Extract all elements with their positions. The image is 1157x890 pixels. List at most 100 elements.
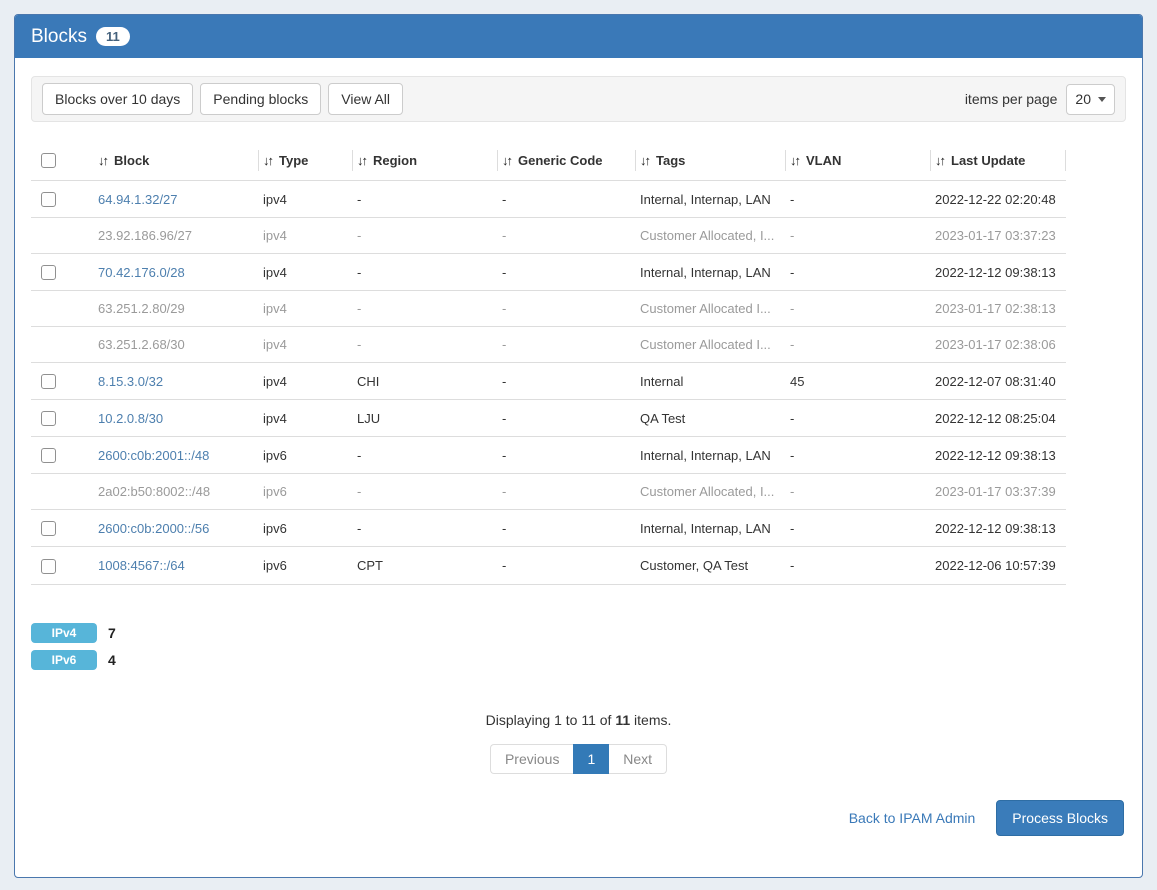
last-update-cell: 2022-12-12 09:38:13 xyxy=(931,254,1066,291)
column-header[interactable]: ↓↑Block xyxy=(94,140,259,181)
table-row: 23.92.186.96/27 ipv4 - - Customer Alloca… xyxy=(31,218,1066,254)
filter-group: Blocks over 10 days Pending blocks View … xyxy=(42,83,403,115)
type-cell: ipv6 xyxy=(259,510,353,547)
column-header[interactable]: ↓↑ Generic Code xyxy=(498,140,636,181)
tags-cell: Customer Allocated, I... xyxy=(636,474,786,510)
sort-icon[interactable]: ↓↑ xyxy=(790,153,799,168)
sort-icon[interactable]: ↓↑ xyxy=(935,153,944,168)
sort-icon[interactable]: ↓↑ xyxy=(640,153,649,168)
vlan-cell: - xyxy=(786,437,931,474)
column-header-label: Type xyxy=(279,153,308,168)
page-1-button[interactable]: 1 xyxy=(573,744,609,774)
block-cell: 10.2.0.8/30 xyxy=(94,400,259,437)
tags-cell: Internal, Internap, LAN xyxy=(636,437,786,474)
column-header[interactable]: ↓↑Region xyxy=(353,140,498,181)
type-cell: ipv4 xyxy=(259,400,353,437)
vlan-cell: - xyxy=(786,291,931,327)
block-link[interactable]: 23.92.186.96/27 xyxy=(98,228,192,243)
block-link[interactable]: 10.2.0.8/30 xyxy=(98,411,163,426)
table-row: 10.2.0.8/30 ipv4 LJU - QA Test - 2022-12… xyxy=(31,400,1066,437)
process-blocks-button[interactable]: Process Blocks xyxy=(996,800,1124,836)
row-checkbox[interactable] xyxy=(41,411,56,426)
type-cell: ipv6 xyxy=(259,547,353,584)
vlan-cell: - xyxy=(786,218,931,254)
column-header[interactable]: ↓↑Last Update xyxy=(931,140,1066,181)
block-link[interactable]: 8.15.3.0/32 xyxy=(98,374,163,389)
vlan-cell: - xyxy=(786,474,931,510)
generic-code-cell: - xyxy=(498,474,636,510)
region-cell: - xyxy=(353,181,498,218)
region-cell: CHI xyxy=(353,363,498,400)
last-update-cell: 2022-12-22 02:20:48 xyxy=(931,181,1066,218)
tags-cell: Internal, Internap, LAN xyxy=(636,181,786,218)
type-cell: ipv4 xyxy=(259,291,353,327)
column-header[interactable]: ↓↑ Type xyxy=(259,140,353,181)
blocks-table-body: 64.94.1.32/27 ipv4 - - Internal, Interna… xyxy=(31,181,1066,584)
generic-code-cell: - xyxy=(498,218,636,254)
row-checkbox-cell xyxy=(31,474,94,510)
sort-icon[interactable]: ↓↑ xyxy=(357,153,366,168)
generic-code-cell: - xyxy=(498,327,636,363)
tags-cell: Customer Allocated, I... xyxy=(636,218,786,254)
sort-icon[interactable]: ↓↑ xyxy=(502,153,511,168)
row-checkbox[interactable] xyxy=(41,192,56,207)
filter-pending-blocks-button[interactable]: Pending blocks xyxy=(200,83,321,115)
row-checkbox[interactable] xyxy=(41,521,56,536)
row-checkbox-cell xyxy=(31,254,94,291)
last-update-cell: 2022-12-06 10:57:39 xyxy=(931,547,1066,584)
block-link[interactable]: 63.251.2.68/30 xyxy=(98,337,185,352)
block-link[interactable]: 64.94.1.32/27 xyxy=(98,192,178,207)
block-link[interactable]: 2a02:b50:8002::/48 xyxy=(98,484,210,499)
block-link[interactable]: 2600:c0b:2001::/48 xyxy=(98,448,209,463)
sort-icon[interactable]: ↓↑ xyxy=(263,153,272,168)
tags-cell: Internal xyxy=(636,363,786,400)
vlan-cell: - xyxy=(786,254,931,291)
last-update-cell: 2022-12-07 08:31:40 xyxy=(931,363,1066,400)
region-cell: - xyxy=(353,474,498,510)
column-header-label: Tags xyxy=(656,153,685,168)
block-cell: 63.251.2.80/29 xyxy=(94,291,259,327)
previous-page-button[interactable]: Previous xyxy=(490,744,573,774)
block-link[interactable]: 2600:c0b:2000::/56 xyxy=(98,521,209,536)
filter-view-all-button[interactable]: View All xyxy=(328,83,403,115)
blocks-table: ↓↑Block ↓↑ Type ↓↑Region ↓↑ Generic Code ↓… xyxy=(31,140,1066,585)
row-checkbox[interactable] xyxy=(41,265,56,280)
row-checkbox-cell xyxy=(31,327,94,363)
column-header-label: VLAN xyxy=(806,153,841,168)
vlan-cell: - xyxy=(786,547,931,584)
row-checkbox-cell xyxy=(31,291,94,327)
generic-code-cell: - xyxy=(498,181,636,218)
row-checkbox[interactable] xyxy=(41,448,56,463)
generic-code-cell: - xyxy=(498,363,636,400)
column-header[interactable]: ↓↑ VLAN xyxy=(786,140,931,181)
row-checkbox[interactable] xyxy=(41,374,56,389)
block-link[interactable]: 70.42.176.0/28 xyxy=(98,265,185,280)
table-row: 8.15.3.0/32 ipv4 CHI - Internal 45 2022-… xyxy=(31,363,1066,400)
generic-code-cell: - xyxy=(498,547,636,584)
last-update-cell: 2022-12-12 09:38:13 xyxy=(931,437,1066,474)
column-header[interactable]: ↓↑ Tags xyxy=(636,140,786,181)
select-all-checkbox[interactable] xyxy=(41,153,56,168)
last-update-cell: 2022-12-12 09:38:13 xyxy=(931,510,1066,547)
filter-blocks-over-10-days-button[interactable]: Blocks over 10 days xyxy=(42,83,193,115)
table-header-row: ↓↑Block ↓↑ Type ↓↑Region ↓↑ Generic Code ↓… xyxy=(31,140,1066,181)
vlan-cell: - xyxy=(786,181,931,218)
display-info-total: 11 xyxy=(615,712,630,728)
row-checkbox-cell xyxy=(31,218,94,254)
vlan-cell: - xyxy=(786,400,931,437)
block-link[interactable]: 63.251.2.80/29 xyxy=(98,301,185,316)
region-cell: LJU xyxy=(353,400,498,437)
row-checkbox-cell xyxy=(31,437,94,474)
sort-icon[interactable]: ↓↑ xyxy=(98,153,107,168)
block-cell: 8.15.3.0/32 xyxy=(94,363,259,400)
next-page-button[interactable]: Next xyxy=(609,744,667,774)
items-per-page-select[interactable]: 20 xyxy=(1066,84,1115,115)
block-link[interactable]: 1008:4567::/64 xyxy=(98,558,185,573)
row-checkbox[interactable] xyxy=(41,559,56,574)
ipv4-summary-row: IPv4 7 xyxy=(31,623,1126,643)
back-to-ipam-admin-link[interactable]: Back to IPAM Admin xyxy=(849,810,976,826)
last-update-cell: 2023-01-17 02:38:13 xyxy=(931,291,1066,327)
column-header-label: Generic Code xyxy=(518,153,603,168)
display-info-prefix: Displaying 1 to 11 of xyxy=(486,712,612,728)
block-cell: 2a02:b50:8002::/48 xyxy=(94,474,259,510)
